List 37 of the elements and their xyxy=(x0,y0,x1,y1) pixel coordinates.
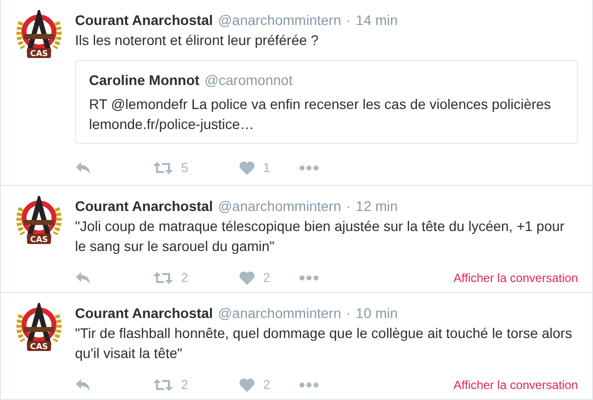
heart-icon[interactable] xyxy=(239,378,255,392)
reply-icon[interactable] xyxy=(75,378,91,392)
quoted-author-handle: @caromonnot xyxy=(204,71,293,90)
avatar-logo[interactable]: CAS xyxy=(13,196,65,248)
tweet-text: Ils les noteront et éliront leur préférée ? xyxy=(75,31,320,50)
like-count: 1 xyxy=(263,159,270,177)
separator-dot: · xyxy=(346,197,351,216)
separator-dot: · xyxy=(346,304,351,323)
retweet-icon[interactable] xyxy=(153,160,173,175)
retweet-icon[interactable] xyxy=(153,378,173,392)
tweet-text: "Joli coup de matraque télescopique bien ajustée sur la tête du lycéen, +1 pour le sang sur le sarouel du gamin" xyxy=(75,217,566,256)
reply-icon[interactable] xyxy=(75,270,91,285)
avatar-logo[interactable]: CAS xyxy=(13,10,65,62)
more-icon[interactable] xyxy=(299,382,319,388)
tweet-text: "Tir de flashball honnête, quel dommage que le collègue ait touché le torse alors qu'il visait la tête" xyxy=(75,324,574,363)
avatar-logo[interactable]: CAS xyxy=(13,303,65,355)
conversation-link[interactable]: Afficher la conversation xyxy=(453,376,578,394)
separator-dot: · xyxy=(346,11,351,30)
heart-icon[interactable] xyxy=(239,270,255,285)
quoted-tweet-card[interactable]: Caroline Monnot @caromonnot RT @lemondefr La police va enfin recenser les cas de violences policières lemonde.fr/police-justice… xyxy=(75,60,578,144)
like-count: 2 xyxy=(263,269,270,287)
retweet-count: 2 xyxy=(181,376,188,394)
retweet-icon[interactable] xyxy=(153,270,173,285)
quoted-text: RT @lemondefr La police va enfin recenser les cas de violences policières xyxy=(89,95,552,114)
heart-icon[interactable] xyxy=(239,160,255,175)
author-name[interactable]: Courant Anarchostal xyxy=(75,10,213,30)
reply-icon[interactable] xyxy=(75,160,91,175)
quoted-author-name: Caroline Monnot xyxy=(89,71,200,90)
more-icon[interactable] xyxy=(299,164,319,171)
quoted-link[interactable]: lemonde.fr/police-justice… xyxy=(89,114,564,134)
retweet-count: 2 xyxy=(181,269,188,287)
retweet-count: 5 xyxy=(181,159,188,177)
like-count: 2 xyxy=(263,376,270,394)
author-name[interactable]: Courant Anarchostal xyxy=(75,196,213,216)
conversation-link[interactable]: Afficher la conversation xyxy=(453,268,578,287)
more-icon[interactable] xyxy=(299,274,319,281)
author-name[interactable]: Courant Anarchostal xyxy=(75,303,213,323)
